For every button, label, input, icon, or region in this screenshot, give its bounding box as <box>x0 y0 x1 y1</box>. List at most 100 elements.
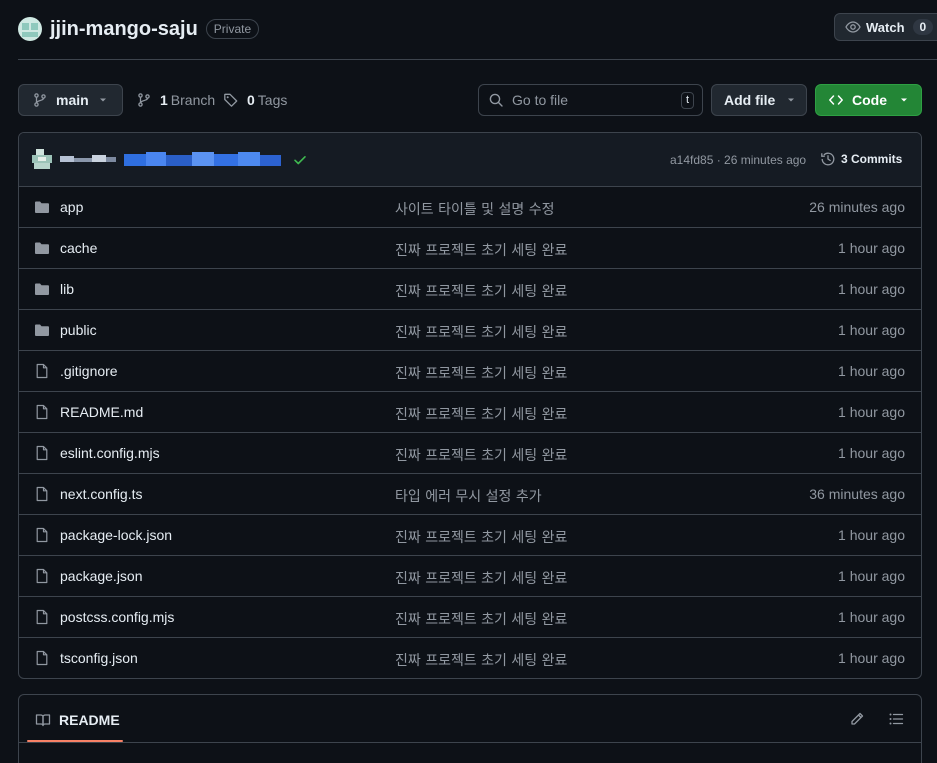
file-icon <box>34 486 50 502</box>
file-row[interactable]: package-lock.json 진짜 프로젝트 초기 세팅 완료 1 hour … <box>19 515 921 556</box>
code-label: Code <box>852 92 887 108</box>
file-commit-time: 1 hour ago <box>838 240 905 256</box>
repo-toolbar: main 1 Branch 0 Tags t Add file <box>18 84 922 116</box>
repo-name[interactable]: jjin-mango-saju <box>50 18 198 41</box>
folder-icon <box>34 240 50 256</box>
folder-icon <box>34 281 50 297</box>
file-row[interactable]: public 진짜 프로젝트 초기 세팅 완료 1 hour ago <box>19 310 921 351</box>
check-icon[interactable] <box>292 152 308 168</box>
file-row[interactable]: package.json 진짜 프로젝트 초기 세팅 완료 1 hour ago <box>19 556 921 597</box>
keyboard-shortcut-hint: t <box>680 92 694 109</box>
file-name[interactable]: public <box>60 322 97 338</box>
latest-commit-bar: a14fd85 · 26 minutes ago 3 Commits <box>19 133 921 187</box>
file-icon <box>34 568 50 584</box>
readme-tab[interactable]: README <box>35 712 120 728</box>
file-commit-time: 1 hour ago <box>838 445 905 461</box>
search-input[interactable] <box>512 92 672 108</box>
readme-tab-label: README <box>59 712 120 728</box>
caret-down-icon <box>98 95 108 105</box>
file-commit-message[interactable]: 진짜 프로젝트 초기 세팅 완료 <box>395 609 567 629</box>
history-icon <box>820 151 836 167</box>
file-row[interactable]: next.config.ts 타입 에러 무시 설정 추가 36 minutes a… <box>19 474 921 515</box>
header-divider <box>18 59 937 60</box>
file-icon <box>34 609 50 625</box>
file-commit-message[interactable]: 진짜 프로젝트 초기 세팅 완료 <box>395 404 567 424</box>
file-name[interactable]: .gitignore <box>60 363 118 379</box>
pencil-icon[interactable] <box>849 711 865 727</box>
file-row[interactable]: cache 진짜 프로젝트 초기 세팅 완료 1 hour ago <box>19 228 921 269</box>
file-commit-time: 1 hour ago <box>838 404 905 420</box>
file-icon <box>34 404 50 420</box>
tag-label: Tags <box>257 92 288 108</box>
file-commit-message[interactable]: 진짜 프로젝트 초기 세팅 완료 <box>395 322 567 342</box>
file-name[interactable]: app <box>60 199 83 215</box>
tag-icon <box>223 92 239 108</box>
file-row[interactable]: .gitignore 진짜 프로젝트 초기 세팅 완료 1 hour ago <box>19 351 921 392</box>
file-commit-message[interactable]: 진짜 프로젝트 초기 세팅 완료 <box>395 527 567 547</box>
tag-count: 0 <box>247 92 255 108</box>
git-branch-icon <box>32 92 48 108</box>
file-commit-message[interactable]: 사이트 타이틀 및 설명 수정 <box>395 199 554 219</box>
file-row[interactable]: tsconfig.json 진짜 프로젝트 초기 세팅 완료 1 hour ago <box>19 638 921 678</box>
visibility-badge: Private <box>205 19 260 39</box>
caret-down-icon <box>786 95 796 105</box>
caret-down-icon <box>899 95 909 105</box>
tags-link[interactable]: 0 Tags <box>223 84 287 116</box>
file-name[interactable]: eslint.config.mjs <box>60 445 160 461</box>
branch-count: 1 <box>160 92 168 108</box>
file-row[interactable]: README.md 진짜 프로젝트 초기 세팅 완료 1 hour ago <box>19 392 921 433</box>
readme-divider <box>19 742 921 743</box>
file-name[interactable]: tsconfig.json <box>60 650 138 666</box>
file-name[interactable]: README.md <box>60 404 143 420</box>
file-commit-message[interactable]: 진짜 프로젝트 초기 세팅 완료 <box>395 363 567 383</box>
file-row[interactable]: postcss.config.mjs 진짜 프로젝트 초기 세팅 완료 1 hour… <box>19 597 921 638</box>
file-name[interactable]: package-lock.json <box>60 527 172 543</box>
branch-name: main <box>56 92 89 108</box>
file-name[interactable]: postcss.config.mjs <box>60 609 174 625</box>
file-row[interactable]: lib 진짜 프로젝트 초기 세팅 완료 1 hour ago <box>19 269 921 310</box>
watch-button[interactable]: Watch 0 <box>834 13 937 41</box>
branch-selector-button[interactable]: main <box>18 84 123 116</box>
file-commit-time: 1 hour ago <box>838 650 905 666</box>
file-icon <box>34 363 50 379</box>
file-commit-message[interactable]: 진짜 프로젝트 초기 세팅 완료 <box>395 445 567 465</box>
list-unordered-icon[interactable] <box>888 711 904 727</box>
file-browser: a14fd85 · 26 minutes ago 3 Commits app 사이… <box>18 132 922 679</box>
folder-icon <box>34 322 50 338</box>
file-name[interactable]: lib <box>60 281 74 297</box>
file-name[interactable]: package.json <box>60 568 143 584</box>
add-file-button[interactable]: Add file <box>711 84 807 116</box>
commit-hash-time[interactable]: a14fd85 · 26 minutes ago <box>670 153 806 167</box>
file-commit-message[interactable]: 진짜 프로젝트 초기 세팅 완료 <box>395 240 567 260</box>
eye-icon <box>845 19 861 35</box>
file-row[interactable]: eslint.config.mjs 진짜 프로젝트 초기 세팅 완료 1 hour … <box>19 433 921 474</box>
file-commit-message[interactable]: 타입 에러 무시 설정 추가 <box>395 486 542 506</box>
file-icon <box>34 650 50 666</box>
add-file-label: Add file <box>724 92 776 108</box>
author-avatar[interactable] <box>32 149 52 169</box>
file-commit-time: 1 hour ago <box>838 568 905 584</box>
file-commit-time: 1 hour ago <box>838 609 905 625</box>
folder-icon <box>34 199 50 215</box>
readme-panel: README <box>18 694 922 763</box>
code-icon <box>828 92 844 108</box>
repo-header: jjin-mango-saju Private Watch 0 <box>18 12 937 46</box>
go-to-file-search[interactable]: t <box>478 84 703 116</box>
file-name[interactable]: cache <box>60 240 97 256</box>
code-button[interactable]: Code <box>815 84 922 116</box>
file-list: app 사이트 타이틀 및 설명 수정 26 minutes ago cache 진짜 … <box>19 187 921 678</box>
watch-count: 0 <box>912 19 934 35</box>
file-commit-message[interactable]: 진짜 프로젝트 초기 세팅 완료 <box>395 650 567 670</box>
file-icon <box>34 527 50 543</box>
file-commit-message[interactable]: 진짜 프로젝트 초기 세팅 완료 <box>395 281 567 301</box>
file-commit-time: 1 hour ago <box>838 281 905 297</box>
file-name[interactable]: next.config.ts <box>60 486 143 502</box>
git-branch-icon <box>136 92 152 108</box>
commit-author-redacted[interactable] <box>60 154 116 164</box>
file-row[interactable]: app 사이트 타이틀 및 설명 수정 26 minutes ago <box>19 187 921 228</box>
file-commit-message[interactable]: 진짜 프로젝트 초기 세팅 완료 <box>395 568 567 588</box>
branches-link[interactable]: 1 Branch <box>136 84 215 116</box>
commits-link[interactable]: 3 Commits <box>820 151 902 167</box>
watch-label: Watch <box>866 19 905 35</box>
commit-message-redacted[interactable] <box>124 152 281 166</box>
